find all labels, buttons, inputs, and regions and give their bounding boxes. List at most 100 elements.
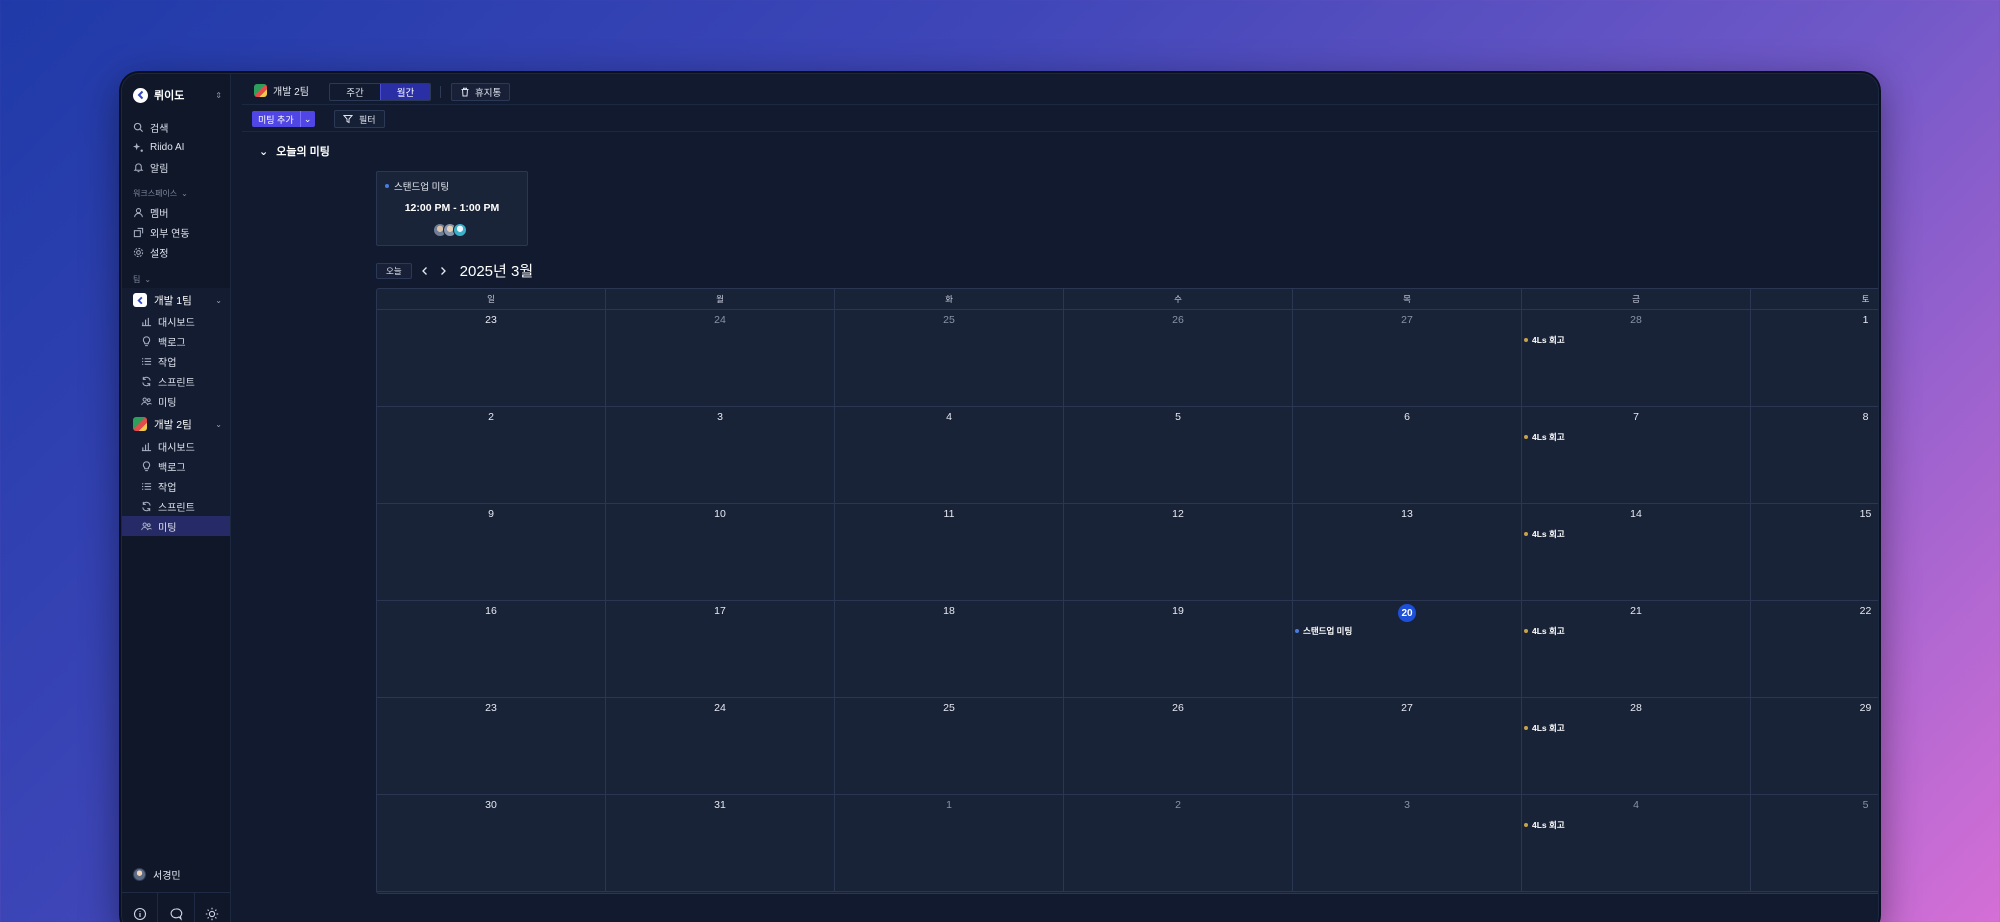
calendar-day[interactable]: 5 [1751, 795, 1878, 892]
calendar-day[interactable]: 22 [1751, 601, 1878, 698]
add-meeting-button[interactable]: 미팅 추가 ⌄ [252, 111, 315, 127]
today-button[interactable]: 오늘 [376, 262, 412, 279]
sidebar-item-search[interactable]: 검색 [122, 117, 230, 137]
calendar-day[interactable]: 15 [1751, 504, 1878, 601]
calendar-day[interactable]: 2 [1064, 795, 1293, 892]
calendar-day[interactable]: 14 4Ls 회고 [1522, 504, 1751, 601]
calendar-day[interactable]: 26 [1064, 310, 1293, 407]
calendar-day[interactable]: 27 [1293, 310, 1522, 407]
calendar-day[interactable]: 30 [377, 795, 606, 892]
calendar-day[interactable]: 12 [1064, 504, 1293, 601]
user-profile[interactable]: 서경민 [133, 867, 181, 882]
calendar-day[interactable]: 6 [1293, 407, 1522, 504]
view-monthly-button[interactable]: 월간 [380, 84, 430, 100]
calendar-event[interactable]: 4Ls 회고 [1524, 819, 1565, 831]
chat-button[interactable] [158, 893, 195, 922]
calendar-day[interactable]: 24 [606, 310, 835, 407]
workspace-switcher[interactable]: 뤼이도 ⇕ [133, 86, 222, 104]
meeting-card[interactable]: 스탠드업 미팅 12:00 PM - 1:00 PM [376, 171, 528, 246]
sidebar-item-integrations[interactable]: 외부 연동 [122, 222, 230, 242]
day-number: 19 [1172, 605, 1184, 617]
team1-item-backlog[interactable]: 백로그 [122, 331, 230, 351]
calendar-day[interactable]: 23 [377, 310, 606, 407]
day-number: 15 [1859, 508, 1872, 520]
calendar-event[interactable]: 4Ls 회고 [1524, 528, 1565, 540]
view-weekly-button[interactable]: 주간 [330, 84, 380, 100]
calendar-day[interactable]: 24 [606, 698, 835, 795]
team1-header[interactable]: 개발 1팀 ⌄ [122, 290, 230, 310]
calendar-day[interactable]: 3 [1293, 795, 1522, 892]
chevron-left-icon[interactable] [420, 266, 434, 276]
calendar-day[interactable]: 3 [606, 407, 835, 504]
calendar-day[interactable]: 27 [1293, 698, 1522, 795]
chevron-down-icon[interactable]: ⌄ [299, 111, 315, 127]
team2-item-tasks[interactable]: 작업 [122, 476, 230, 496]
calendar-day[interactable]: 28 4Ls 회고 [1522, 310, 1751, 407]
sidebar-item-ai[interactable]: Riido AI [122, 137, 230, 157]
event-title: 4Ls 회고 [1532, 820, 1565, 830]
calendar-day[interactable]: 26 [1064, 698, 1293, 795]
weekday-label: 목 [1293, 289, 1522, 309]
calendar-event[interactable]: 4Ls 회고 [1524, 625, 1565, 637]
calendar-day[interactable]: 17 [606, 601, 835, 698]
calendar-day[interactable]: 2 [377, 407, 606, 504]
team1-item-tasks[interactable]: 작업 [122, 351, 230, 371]
day-number: 9 [488, 508, 494, 520]
team2-item-sprint[interactable]: 스프린트 [122, 496, 230, 516]
calendar-day[interactable]: 28 4Ls 회고 [1522, 698, 1751, 795]
team-section-label[interactable]: 팀 ⌄ [133, 274, 151, 285]
filter-button[interactable]: 필터 [334, 110, 385, 128]
sidebar-item-label: 백로그 [158, 462, 186, 474]
calendar-event[interactable]: 4Ls 회고 [1524, 431, 1565, 443]
calendar-day[interactable]: 10 [606, 504, 835, 601]
sidebar-item-members[interactable]: 멤버 [122, 202, 230, 222]
day-number: 16 [485, 605, 497, 617]
calendar-day[interactable]: 19 [1064, 601, 1293, 698]
calendar-day[interactable]: 8 [1751, 407, 1878, 504]
calendar-day[interactable]: 18 [835, 601, 1064, 698]
calendar-day[interactable]: 4 [835, 407, 1064, 504]
calendar-day[interactable]: 23 [377, 698, 606, 795]
calendar-day[interactable]: 4 4Ls 회고 [1522, 795, 1751, 892]
today-meetings-toggle[interactable]: ⌄ 오늘의 미팅 [259, 143, 330, 159]
calendar-event[interactable]: 4Ls 회고 [1524, 722, 1565, 734]
sidebar-item-settings[interactable]: 설정 [122, 242, 230, 262]
workspace-section-label[interactable]: 워크스페이스 ⌄ [133, 188, 188, 199]
calendar-day[interactable]: 29 [1751, 698, 1878, 795]
calendar-day[interactable]: 13 [1293, 504, 1522, 601]
calendar-day[interactable]: 11 [835, 504, 1064, 601]
calendar-day[interactable]: 16 [377, 601, 606, 698]
calendar-event[interactable]: 스탠드업 미팅 [1295, 625, 1352, 637]
calendar-day[interactable]: 1 [1751, 310, 1878, 407]
calendar-day[interactable]: 5 [1064, 407, 1293, 504]
trash-button[interactable]: 휴지통 [451, 83, 511, 101]
calendar-day[interactable]: 25 [835, 698, 1064, 795]
team2-header[interactable]: 개발 2팀 ⌄ [122, 414, 230, 434]
theme-toggle-button[interactable] [195, 893, 230, 922]
calendar-day[interactable]: 25 [835, 310, 1064, 407]
sidebar-item-label: 스프린트 [158, 502, 195, 514]
calendar-day-today[interactable]: 20 스탠드업 미팅 [1293, 601, 1522, 698]
sidebar-item-label: 미팅 [158, 397, 177, 409]
calendar-day[interactable]: 21 4Ls 회고 [1522, 601, 1751, 698]
sidebar-item-notifications[interactable]: 알림 [122, 157, 230, 177]
chevron-right-icon[interactable] [438, 266, 452, 276]
calendar-day[interactable]: 1 [835, 795, 1064, 892]
team1-item-dashboard[interactable]: 대시보드 [122, 311, 230, 331]
sidebar-item-label: 알림 [150, 163, 169, 175]
calendar-day[interactable]: 9 [377, 504, 606, 601]
team1-item-meetings[interactable]: 미팅 [122, 391, 230, 411]
team2-item-dashboard[interactable]: 대시보드 [122, 436, 230, 456]
weekday-label: 일 [377, 289, 606, 309]
team2-item-backlog[interactable]: 백로그 [122, 456, 230, 476]
team-breadcrumb[interactable]: 개발 2팀 [254, 83, 309, 98]
calendar-event[interactable]: 4Ls 회고 [1524, 334, 1565, 346]
user-name: 서경민 [153, 871, 181, 882]
calendar-day[interactable]: 31 [606, 795, 835, 892]
calendar-day[interactable]: 7 4Ls 회고 [1522, 407, 1751, 504]
team2-item-meetings[interactable]: 미팅 [122, 516, 230, 536]
info-button[interactable] [122, 893, 159, 922]
day-number: 25 [943, 314, 955, 326]
section-label-text: 워크스페이스 [133, 189, 178, 198]
team1-item-sprint[interactable]: 스프린트 [122, 371, 230, 391]
